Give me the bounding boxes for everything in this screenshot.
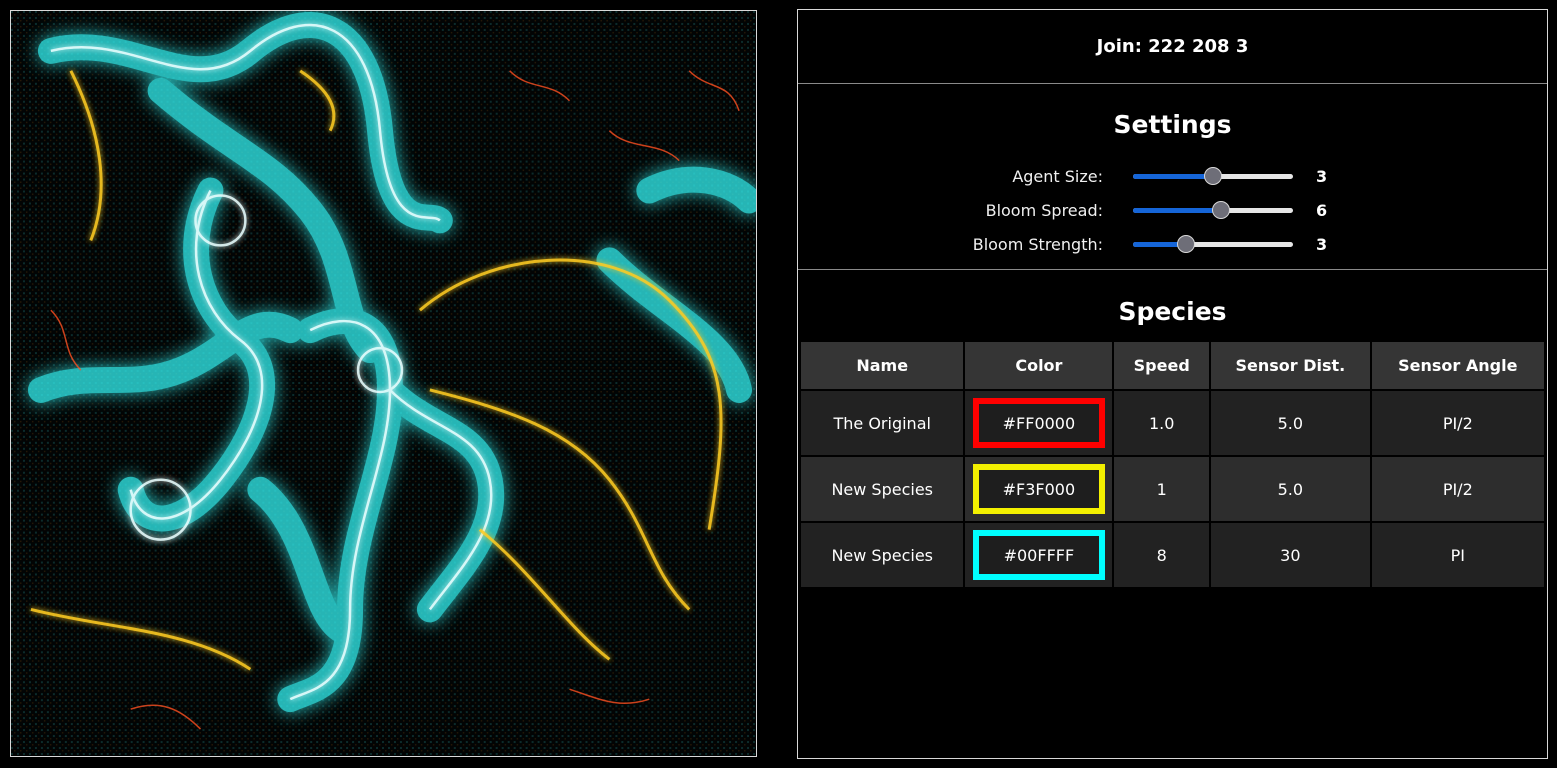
join-code: Join: 222 208 3 [798, 10, 1547, 84]
slider-thumb[interactable] [1204, 167, 1222, 185]
species-color-input[interactable]: #00FFFF [972, 530, 1105, 580]
agent-size-value: 3 [1316, 166, 1328, 186]
species-sensor-angle[interactable]: PI [1369, 521, 1547, 589]
species-color-cell: #F3F000 [963, 455, 1115, 523]
header-name: Name [798, 340, 966, 391]
species-title: Species [1118, 297, 1227, 326]
species-section: Species Name Color Speed Sensor Dist. Se… [798, 270, 1547, 589]
species-sensor-dist[interactable]: 30 [1209, 521, 1372, 589]
species-speed[interactable]: 1.0 [1112, 389, 1212, 457]
header-sensor-angle: Sensor Angle [1369, 340, 1547, 391]
species-name[interactable]: The Original [798, 389, 966, 457]
species-name[interactable]: New Species [798, 521, 966, 589]
species-color-input[interactable]: #FF0000 [972, 398, 1105, 448]
species-speed[interactable]: 1 [1112, 455, 1212, 523]
bloom-strength-slider[interactable] [1133, 234, 1293, 254]
settings-section: Settings Agent Size: 3 Bloom Spread: 6 B… [798, 84, 1547, 270]
setting-bloom-strength: Bloom Strength: 3 [798, 227, 1547, 261]
simulation-canvas[interactable] [10, 10, 757, 757]
species-speed[interactable]: 8 [1112, 521, 1212, 589]
species-sensor-angle[interactable]: PI/2 [1369, 455, 1547, 523]
control-panel: Join: 222 208 3 Settings Agent Size: 3 B… [797, 9, 1548, 759]
bloom-spread-label: Bloom Spread: [985, 200, 1103, 220]
species-sensor-dist[interactable]: 5.0 [1209, 455, 1372, 523]
header-speed: Speed [1112, 340, 1212, 391]
slime-simulation-render [11, 11, 756, 756]
header-color: Color [963, 340, 1115, 391]
agent-size-slider[interactable] [1133, 166, 1293, 186]
agent-size-label: Agent Size: [1012, 166, 1103, 186]
bloom-spread-slider[interactable] [1133, 200, 1293, 220]
species-color-cell: #FF0000 [963, 389, 1115, 457]
table-header-row: Name Color Speed Sensor Dist. Sensor Ang… [798, 340, 1547, 391]
slider-thumb[interactable] [1212, 201, 1230, 219]
slider-thumb[interactable] [1176, 235, 1195, 253]
slider-fill [1133, 208, 1221, 213]
species-name[interactable]: New Species [798, 455, 966, 523]
header-sensor-dist: Sensor Dist. [1209, 340, 1372, 391]
species-table: Name Color Speed Sensor Dist. Sensor Ang… [798, 340, 1547, 589]
setting-agent-size: Agent Size: 3 [798, 159, 1547, 193]
bloom-spread-value: 6 [1316, 200, 1328, 220]
bloom-strength-value: 3 [1316, 234, 1328, 254]
bloom-strength-label: Bloom Strength: [972, 234, 1103, 254]
species-sensor-dist[interactable]: 5.0 [1209, 389, 1372, 457]
slider-fill [1133, 174, 1213, 179]
table-row: The Original #FF0000 1.0 5.0 PI/2 [798, 389, 1547, 457]
species-sensor-angle[interactable]: PI/2 [1369, 389, 1547, 457]
settings-title: Settings [1113, 110, 1232, 139]
setting-bloom-spread: Bloom Spread: 6 [798, 193, 1547, 227]
table-row: New Species #00FFFF 8 30 PI [798, 521, 1547, 589]
species-color-cell: #00FFFF [963, 521, 1115, 589]
species-color-input[interactable]: #F3F000 [972, 464, 1105, 514]
table-row: New Species #F3F000 1 5.0 PI/2 [798, 455, 1547, 523]
